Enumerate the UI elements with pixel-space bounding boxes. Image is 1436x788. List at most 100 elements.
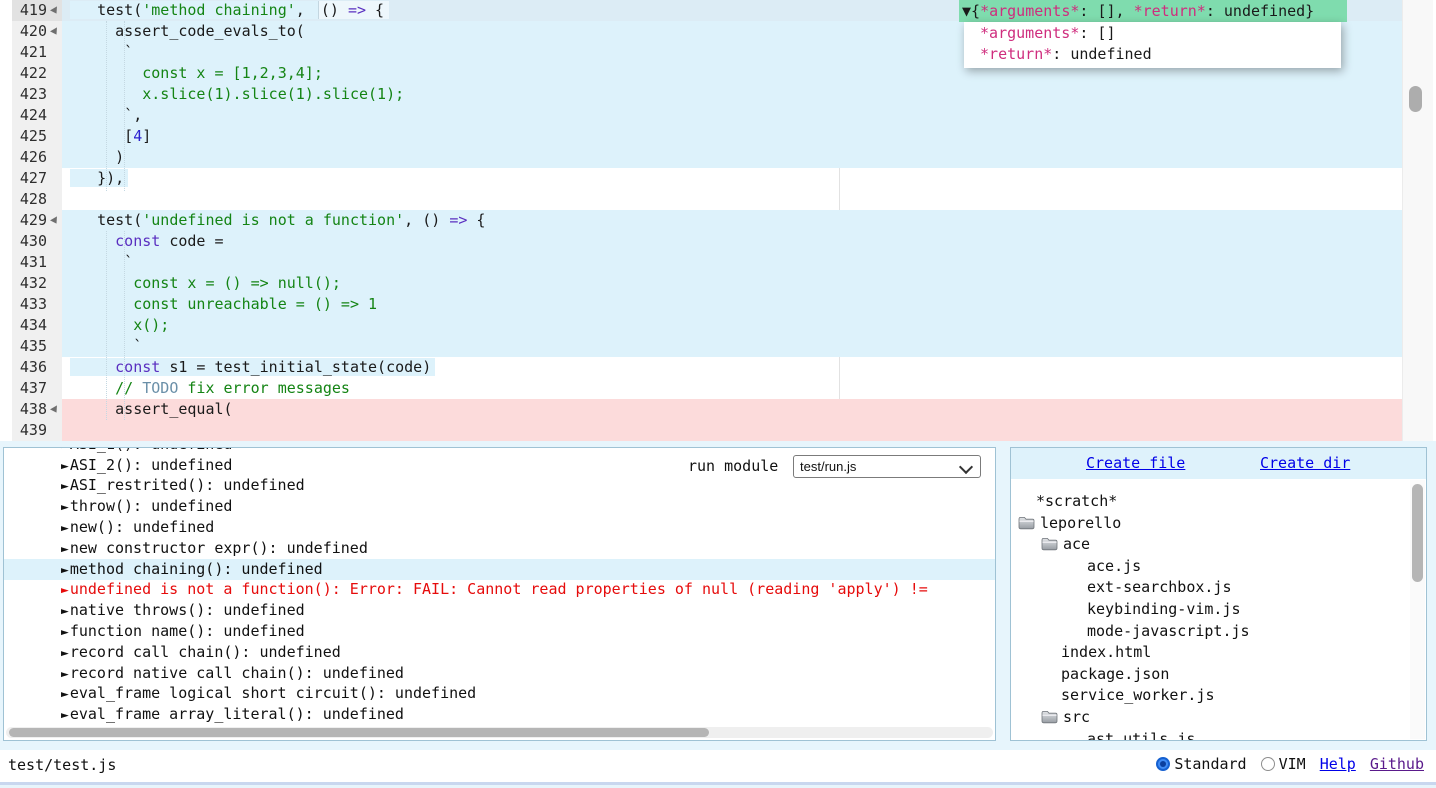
file-tree-item[interactable]: ext-searchbox.js [1087, 577, 1232, 597]
bottom-edge-strip [0, 782, 1436, 785]
code-line[interactable]: assert_equal( [62, 399, 1402, 420]
file-tree-item[interactable]: service_worker.js [1061, 685, 1215, 705]
file-name: *scratch* [1036, 492, 1117, 510]
create-file-link[interactable]: Create file [1086, 454, 1185, 472]
github-link[interactable]: Github [1370, 755, 1424, 773]
inspector-entry[interactable]: *return*: undefined [964, 44, 1341, 65]
code-line[interactable]: const code = [62, 231, 1402, 252]
code-line[interactable]: ` [62, 336, 1402, 357]
file-tree-item[interactable]: *scratch* [1036, 491, 1117, 511]
file-tree-item[interactable]: ace [1041, 534, 1090, 554]
test-result-text: new constructor expr(): undefined [70, 539, 368, 557]
code-line[interactable]: x.slice(1).slice(1).slice(1); [62, 84, 1402, 105]
keybinding-vim-option[interactable]: VIM [1261, 755, 1306, 773]
line-number: 421 [12, 42, 62, 63]
inspector-value-header[interactable]: ▼{*arguments*: [], *return*: undefined} [959, 0, 1347, 22]
log-horizontal-scrollbar[interactable] [6, 727, 993, 738]
scrollbar-thumb[interactable] [1412, 484, 1423, 582]
code-line[interactable]: const x = () => null(); [62, 273, 1402, 294]
expand-arrow-icon[interactable]: ► [61, 687, 69, 702]
file-tree-item[interactable]: ast_utils.js [1087, 729, 1195, 741]
scrollbar-thumb[interactable] [1409, 86, 1422, 112]
indent-guide [106, 21, 107, 191]
code-token: : [] [1079, 24, 1115, 42]
create-dir-link[interactable]: Create dir [1260, 454, 1350, 472]
test-result-row[interactable]: ►new(): undefined [4, 517, 995, 538]
expand-arrow-icon[interactable]: ► [61, 563, 69, 578]
line-number: 420 [12, 21, 62, 42]
file-tree-item[interactable]: keybinding-vim.js [1087, 599, 1241, 619]
code-token: const x = [1,2,3,4]; [70, 64, 323, 82]
expand-arrow-icon[interactable]: ► [61, 542, 69, 557]
code-token: 4 [133, 127, 142, 145]
radio-selected-icon[interactable] [1156, 757, 1170, 771]
expand-arrow-icon[interactable]: ► [61, 604, 69, 619]
code-line[interactable]: x(); [62, 315, 1402, 336]
file-tree-item[interactable]: package.json [1061, 664, 1169, 684]
editor-vertical-scrollbar[interactable] [1402, 0, 1433, 441]
code-line[interactable]: `, [62, 105, 1402, 126]
file-tree-item[interactable]: ace.js [1087, 556, 1141, 576]
test-result-row[interactable]: ►throw(): undefined [4, 496, 995, 517]
expand-arrow-icon[interactable]: ► [61, 459, 69, 474]
test-result-row[interactable]: ►record call chain(): undefined [4, 642, 995, 663]
expand-arrow-icon[interactable]: ► [61, 625, 69, 640]
folder-icon [1041, 537, 1058, 551]
evaluated-code-highlight: test('method chaining', [70, 1, 318, 19]
test-result-row[interactable]: ►undefined is not a function(): Error: F… [4, 579, 995, 600]
test-result-text: undefined is not a function(): Error: FA… [70, 580, 928, 598]
line-number: 437 [12, 378, 62, 399]
fold-arrow-icon[interactable] [50, 27, 60, 36]
keybinding-standard-option[interactable]: Standard [1156, 755, 1246, 773]
indent-guide [124, 21, 125, 191]
fold-arrow-icon[interactable] [50, 405, 60, 414]
expand-arrow-icon[interactable]: ► [61, 479, 69, 494]
code-token: }), [70, 169, 124, 187]
code-line[interactable]: test('undefined is not a function', () =… [62, 210, 1402, 231]
code-line-text: ) [62, 147, 124, 168]
tree-vertical-scrollbar[interactable] [1410, 480, 1425, 739]
code-line[interactable] [62, 420, 1402, 441]
code-line-text: x.slice(1).slice(1).slice(1); [62, 84, 404, 105]
scrollbar-thumb[interactable] [9, 728, 709, 737]
expand-arrow-icon[interactable]: ► [61, 447, 69, 453]
test-result-row[interactable]: ►native throws(): undefined [4, 600, 995, 621]
expand-arrow-icon[interactable]: ► [61, 708, 69, 723]
test-result-row[interactable]: ►method chaining(): undefined [4, 559, 995, 580]
file-tree-item[interactable]: mode-javascript.js [1087, 621, 1250, 641]
expand-arrow-icon[interactable]: ► [61, 500, 69, 515]
indent-guide [124, 231, 125, 420]
code-token: const [115, 358, 160, 376]
expand-arrow-icon[interactable]: ► [61, 646, 69, 661]
code-line[interactable]: ) [62, 147, 1402, 168]
code-line[interactable]: const unreachable = () => 1 [62, 294, 1402, 315]
code-token [70, 232, 115, 250]
code-line[interactable]: // TODO fix error messages [62, 378, 1402, 399]
code-line-text: ` [62, 252, 133, 273]
test-result-row[interactable]: ►new constructor expr(): undefined [4, 538, 995, 559]
help-link[interactable]: Help [1320, 755, 1356, 773]
code-line[interactable]: [4] [62, 126, 1402, 147]
code-line[interactable]: ` [62, 252, 1402, 273]
code-line[interactable]: const s1 = test_initial_state(code) [62, 357, 1402, 378]
expand-arrow-icon[interactable]: ► [61, 583, 69, 598]
test-result-row[interactable]: ►eval_frame array_literal(): undefined [4, 704, 995, 725]
inspector-entry[interactable]: *arguments*: [] [964, 23, 1341, 44]
test-result-row[interactable]: ►eval_frame logical short circuit(): und… [4, 683, 995, 704]
expand-arrow-icon[interactable]: ► [61, 521, 69, 536]
file-name: keybinding-vim.js [1087, 600, 1241, 618]
file-tree-item[interactable]: leporello [1018, 513, 1121, 533]
radio-unselected-icon[interactable] [1261, 757, 1275, 771]
test-result-row[interactable]: ►function name(): undefined [4, 621, 995, 642]
file-tree-item[interactable]: index.html [1061, 642, 1151, 662]
code-line[interactable]: }), [62, 168, 1402, 189]
code-line[interactable] [62, 189, 1402, 210]
file-tree-item[interactable]: src [1041, 707, 1090, 727]
expand-arrow-icon[interactable]: ► [61, 667, 69, 682]
fold-arrow-icon[interactable] [50, 216, 60, 225]
code-line-text: }), [62, 168, 128, 189]
fold-arrow-icon[interactable] [50, 6, 60, 15]
test-result-row[interactable]: ►record native call chain(): undefined [4, 663, 995, 684]
run-module-select[interactable]: test/run.js [793, 455, 981, 478]
test-result-row[interactable]: ►ASI_restrited(): undefined [4, 475, 995, 496]
